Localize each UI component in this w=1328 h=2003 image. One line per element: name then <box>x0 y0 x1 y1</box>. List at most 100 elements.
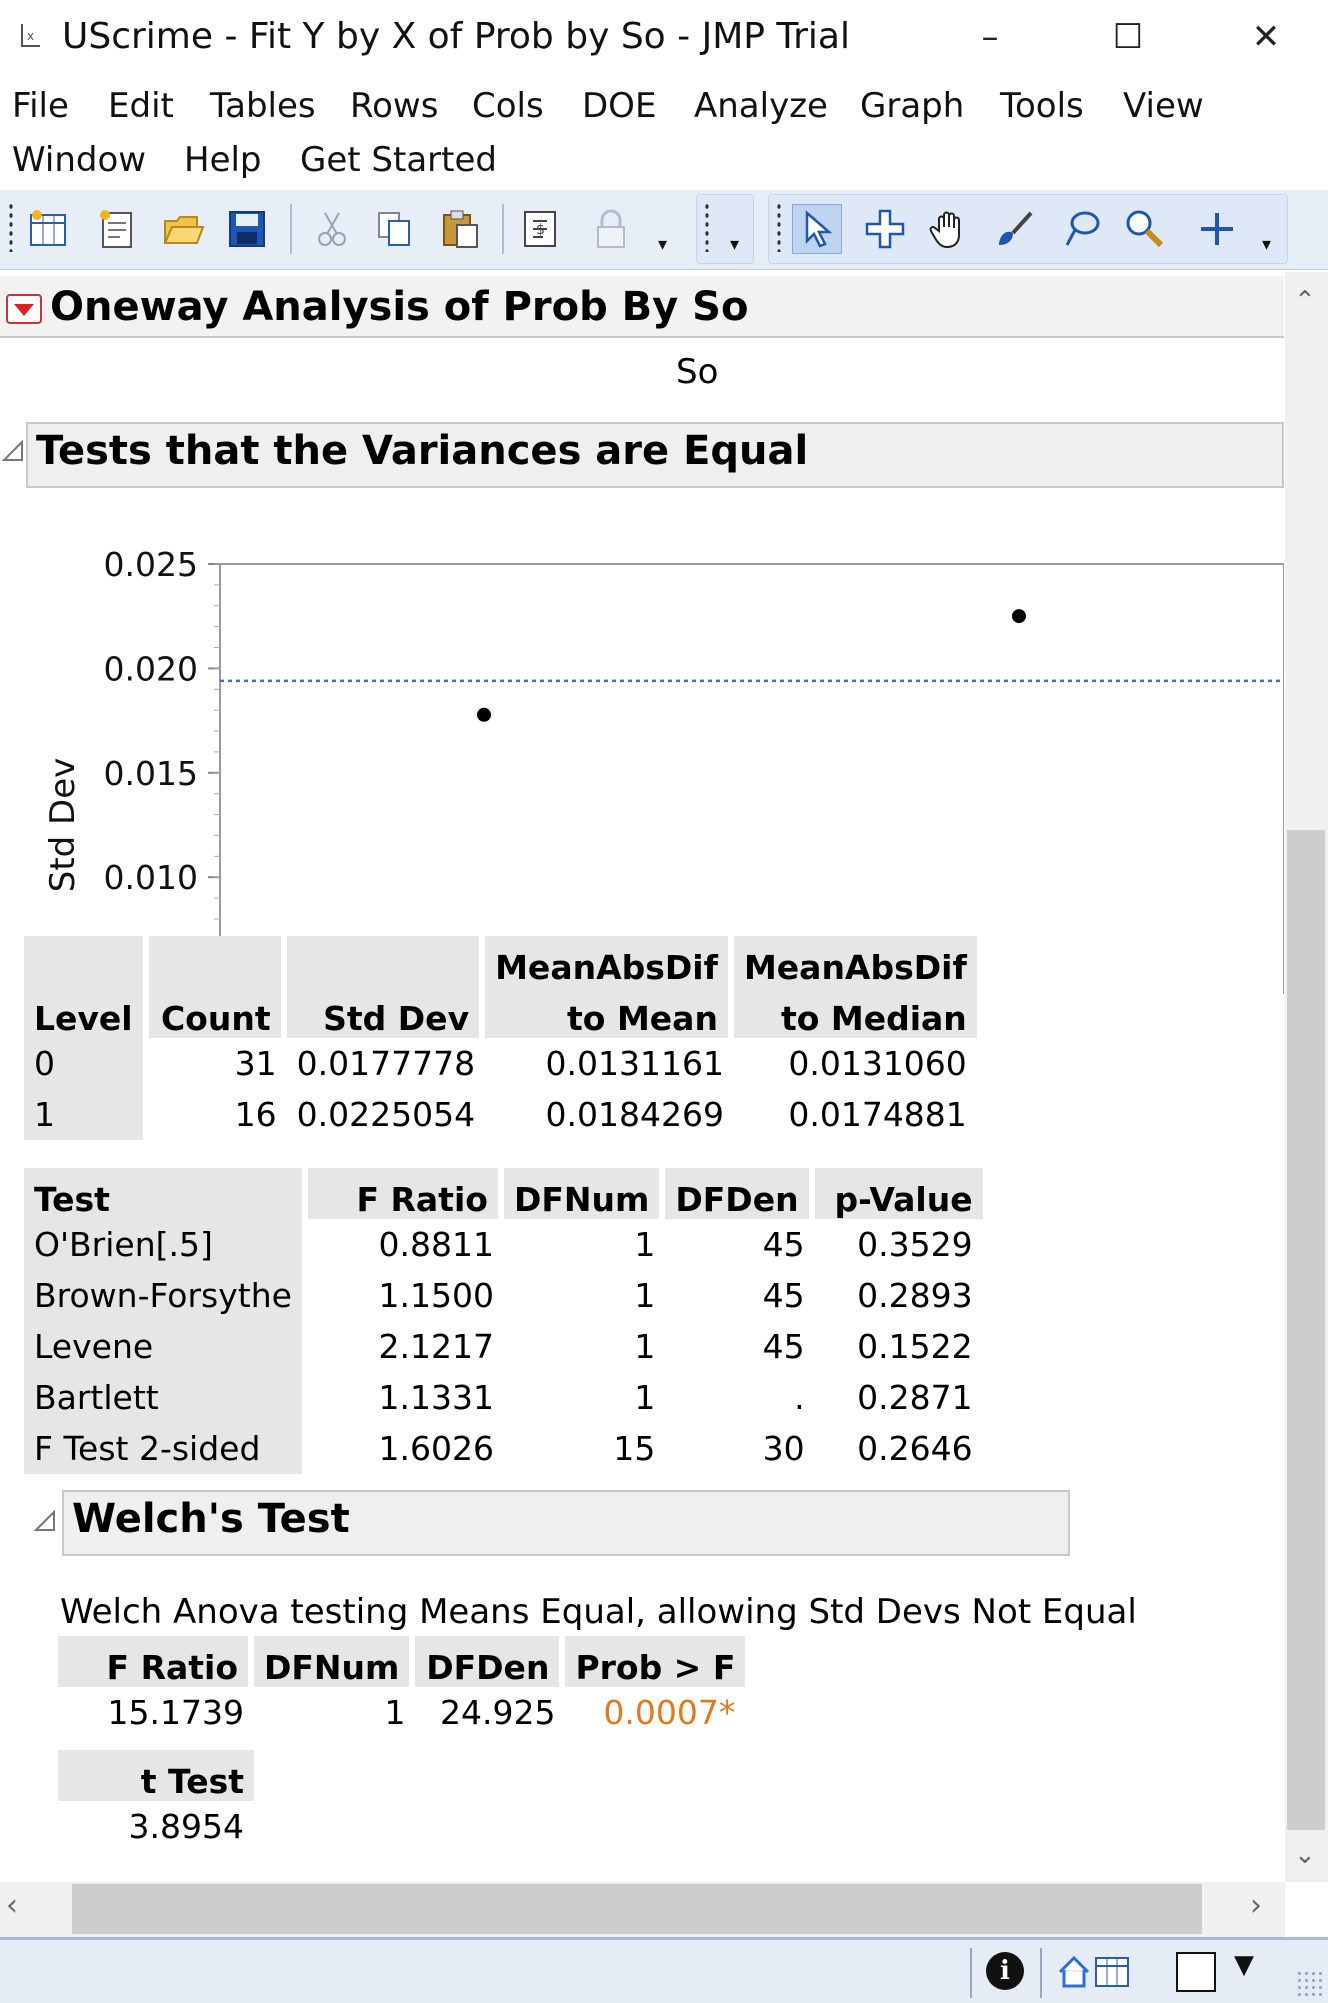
menu-file[interactable]: File <box>12 86 69 126</box>
col-header-test: Test <box>24 1168 308 1219</box>
menu-tools[interactable]: Tools <box>1000 86 1084 126</box>
col-header-level: Level <box>24 987 149 1038</box>
col-header-f-ratio: F Ratio <box>307 1168 504 1219</box>
home-window-icon[interactable] <box>1056 1950 1136 1999</box>
data-point <box>477 707 491 722</box>
toolbar: $ ▾ ▾ ▾ <box>0 190 1328 270</box>
menu-get-started[interactable]: Get Started <box>300 140 497 180</box>
red-triangle-menu-icon[interactable] <box>6 294 42 324</box>
menu-cols[interactable]: Cols <box>472 86 544 126</box>
cut-icon[interactable] <box>308 204 358 254</box>
toolbar-grip[interactable] <box>8 202 14 252</box>
menu-rows[interactable]: Rows <box>350 86 438 126</box>
y-tick-label: 0.025 <box>104 545 198 584</box>
t-test-cell: 3.8954 <box>128 1807 244 1846</box>
horizontal-scroll-thumb[interactable] <box>72 1884 1202 1934</box>
dfden-cell: 30 <box>762 1429 805 1468</box>
count-cell: 16 <box>234 1095 277 1134</box>
menu-window[interactable]: Window <box>12 140 146 180</box>
menu-view[interactable]: View <box>1123 86 1204 126</box>
col-header-t-test: t Test <box>58 1750 254 1801</box>
col-header-f-ratio: F Ratio <box>58 1636 254 1687</box>
f-ratio-cell: 1.1331 <box>378 1378 494 1417</box>
menu-edit[interactable]: Edit <box>108 86 174 126</box>
menu-analyze[interactable]: Analyze <box>694 86 828 126</box>
dfden-cell: . <box>794 1378 805 1417</box>
dfnum-cell: 1 <box>634 1327 656 1366</box>
col-header-dfnum: DFNum <box>503 1168 666 1219</box>
toolbar-overflow-icon[interactable]: ▾ <box>730 234 739 255</box>
resize-grip-icon[interactable] <box>1296 1970 1322 1996</box>
f-ratio-cell: 15.1739 <box>107 1693 244 1732</box>
menu-doe[interactable]: DOE <box>582 86 656 126</box>
header-spacer <box>24 936 149 987</box>
dfden-cell: 45 <box>762 1276 805 1315</box>
toolbar-overflow-icon[interactable]: ▾ <box>658 234 667 255</box>
minimize-button[interactable]: – <box>930 8 1050 66</box>
copy-icon[interactable] <box>370 204 420 254</box>
f-ratio-cell: 2.1217 <box>378 1327 494 1366</box>
svg-text:x: x <box>27 29 34 43</box>
scroll-up-icon[interactable]: ⌃ <box>1294 286 1316 316</box>
window-list-button[interactable] <box>1176 1952 1216 1992</box>
dfden-cell: 45 <box>762 1225 805 1264</box>
dfnum-cell: 15 <box>613 1429 656 1468</box>
f-ratio-cell: 1.6026 <box>378 1429 494 1468</box>
level-cell: 0 <box>24 1038 149 1089</box>
brush-tool-icon[interactable] <box>990 204 1040 254</box>
new-script-icon[interactable] <box>92 204 142 254</box>
scroll-right-icon[interactable]: › <box>1250 1888 1262 1923</box>
count-cell: 31 <box>234 1044 277 1083</box>
journal-icon[interactable]: $ <box>516 204 566 254</box>
save-icon[interactable] <box>222 204 272 254</box>
report-area: Oneway Analysis of Prob By So So Tests t… <box>0 272 1285 1882</box>
lasso-tool-icon[interactable] <box>1056 204 1106 254</box>
test-name-cell: Levene <box>24 1321 308 1372</box>
p-value-cell: 0.1522 <box>857 1327 973 1366</box>
maximize-button[interactable]: ☐ <box>1068 8 1188 66</box>
plus-tool-icon[interactable] <box>1192 204 1242 254</box>
test-name-cell: Brown-Forsythe <box>24 1270 308 1321</box>
new-data-table-icon[interactable] <box>24 204 74 254</box>
level-cell: 1 <box>24 1089 149 1140</box>
disclosure-triangle-icon[interactable] <box>33 1509 56 1537</box>
lock-icon[interactable] <box>586 204 636 254</box>
toolbar-grip[interactable] <box>776 202 782 252</box>
vertical-scroll-thumb[interactable] <box>1287 830 1325 1830</box>
menu-tables[interactable]: Tables <box>210 86 316 126</box>
scroll-left-icon[interactable]: ‹ <box>6 1888 18 1923</box>
disclosure-triangle-icon[interactable] <box>1 439 24 467</box>
dfden-cell: 24.925 <box>439 1693 556 1732</box>
table-row: 1 16 0.0225054 0.0184269 0.0174881 <box>24 1089 977 1140</box>
arrow-tool-icon[interactable] <box>792 204 842 254</box>
table-row: Levene 2.1217 1 45 0.1522 <box>24 1321 983 1372</box>
oneway-title: Oneway Analysis of Prob By So <box>50 284 749 330</box>
f-ratio-cell: 1.1500 <box>378 1276 494 1315</box>
welch-caption: Welch Anova testing Means Equal, allowin… <box>60 1592 1137 1632</box>
hand-tool-icon[interactable] <box>926 204 976 254</box>
toolbar-grip[interactable] <box>704 202 710 252</box>
magnifier-tool-icon[interactable] <box>1120 204 1170 254</box>
window-title: UScrime - Fit Y by X of Prob by So - JMP… <box>62 16 850 57</box>
table-row: 3.8954 <box>58 1801 254 1852</box>
welch-table: F Ratio DFNum DFDen Prob > F 15.1739 1 2… <box>58 1636 746 1738</box>
t-test-table: t Test 3.8954 <box>58 1750 254 1852</box>
variances-title: Tests that the Variances are Equal <box>36 428 809 474</box>
menu-graph[interactable]: Graph <box>860 86 964 126</box>
y-tick-label: 0.010 <box>104 858 198 897</box>
scroll-down-icon[interactable]: ⌄ <box>1294 1840 1316 1870</box>
toolbar-overflow-icon[interactable]: ▾ <box>1262 234 1271 255</box>
col-header-p-value: p-Value <box>814 1168 983 1219</box>
col-header-dfnum: DFNum <box>254 1636 416 1687</box>
toolbar-separator <box>502 204 504 254</box>
window-list-dropdown-icon[interactable]: ▼ <box>1234 1950 1254 1980</box>
info-icon[interactable]: i <box>986 1952 1024 1990</box>
table-row: O'Brien[.5] 0.8811 1 45 0.3529 <box>24 1219 983 1270</box>
col-header-count: Count <box>148 987 287 1038</box>
open-folder-icon[interactable] <box>158 204 208 254</box>
menu-help[interactable]: Help <box>184 140 262 180</box>
paste-icon[interactable] <box>436 204 486 254</box>
close-button[interactable]: ✕ <box>1206 8 1326 66</box>
std-dev-cell: 0.0225054 <box>296 1095 476 1134</box>
crosshair-tool-icon[interactable] <box>860 204 910 254</box>
